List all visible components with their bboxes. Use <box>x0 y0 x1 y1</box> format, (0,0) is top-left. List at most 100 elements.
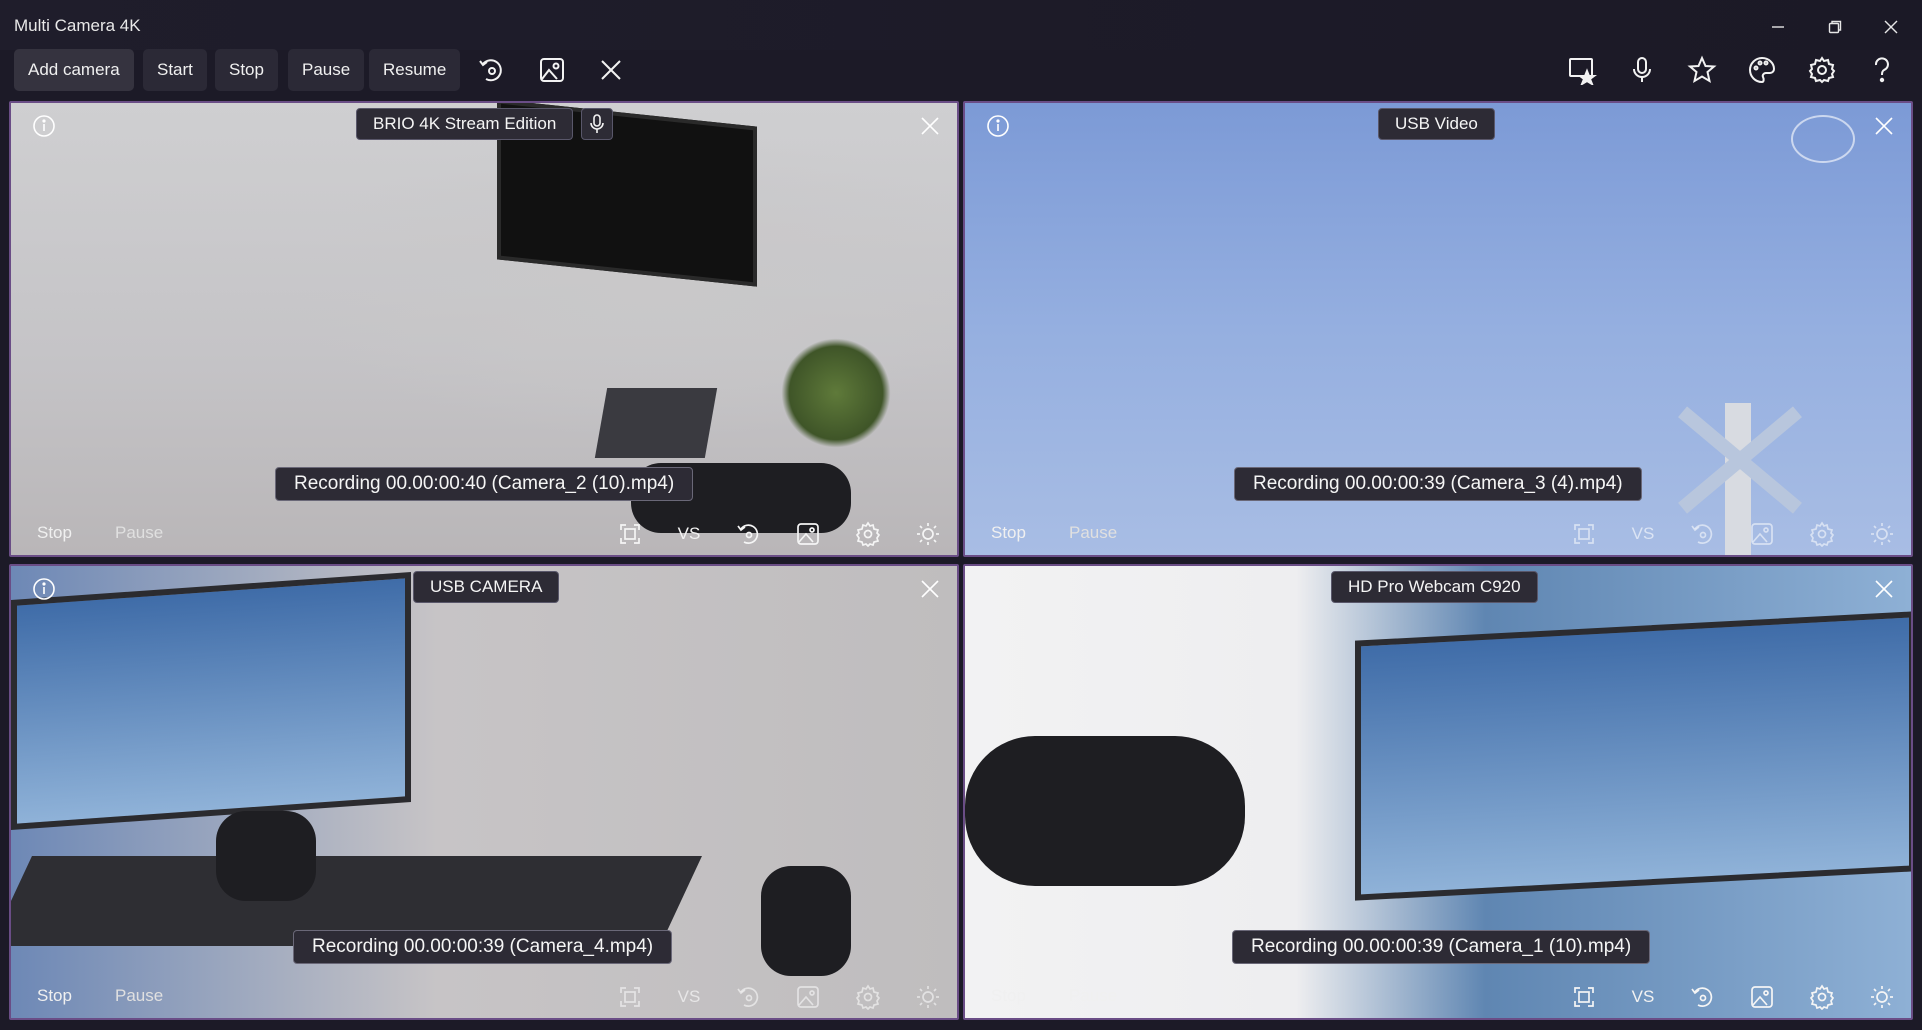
info-icon <box>33 115 55 137</box>
camera-mic-button[interactable] <box>581 108 613 140</box>
microphone-button[interactable] <box>1624 52 1660 88</box>
camera-name[interactable]: USB Video <box>1378 108 1495 140</box>
screen-record-icon <box>1569 58 1597 85</box>
close-icon <box>601 60 621 80</box>
camera-controls: Stop Pause VS <box>11 509 957 555</box>
camera-pause-button[interactable]: Pause <box>103 519 175 547</box>
resume-button[interactable]: Resume <box>369 49 461 91</box>
camera-name[interactable]: BRIO 4K Stream Edition <box>356 108 574 140</box>
camera-fit-button[interactable] <box>615 982 645 1012</box>
camera-vs-button[interactable]: VS <box>674 982 704 1012</box>
camera-pause-button[interactable]: Pause <box>1057 519 1129 547</box>
replay-icon <box>737 987 759 1007</box>
camera-name[interactable]: HD Pro Webcam C920 <box>1331 571 1538 603</box>
minimize-icon <box>1772 26 1784 28</box>
camera-pause-button[interactable]: Pause <box>103 982 175 1010</box>
restore-icon <box>1828 20 1842 34</box>
laptop-screen-scene <box>11 572 411 830</box>
camera-close-button[interactable] <box>917 576 943 602</box>
close-icon <box>1875 117 1893 135</box>
restore-button[interactable] <box>1815 10 1855 44</box>
close-icon <box>921 580 939 598</box>
gear-icon <box>1809 984 1835 1010</box>
star-icon <box>1687 55 1717 84</box>
snapshot-icon <box>797 986 819 1008</box>
help-button[interactable] <box>1864 52 1900 88</box>
camera-vs-button[interactable]: VS <box>1628 982 1658 1012</box>
camera-settings-button[interactable] <box>1807 982 1837 1012</box>
camera-info-button[interactable] <box>31 113 57 139</box>
replay-icon <box>1691 524 1713 544</box>
replay-icon <box>737 524 759 544</box>
camera-stop-button[interactable]: Stop <box>979 982 1038 1010</box>
camera-replay-button[interactable] <box>1688 519 1718 549</box>
camera-brightness-button[interactable] <box>913 519 943 549</box>
screen-record-button[interactable] <box>1564 52 1600 88</box>
camera-settings-button[interactable] <box>853 982 883 1012</box>
replay-button[interactable] <box>474 52 510 88</box>
replay-icon <box>1691 987 1713 1007</box>
camera-fit-button[interactable] <box>615 519 645 549</box>
camera-brightness-button[interactable] <box>1867 519 1897 549</box>
camera-view-2[interactable]: USB Video Recording 00.00:00:39 (Camera_… <box>963 101 1913 557</box>
camera-settings-button[interactable] <box>1807 519 1837 549</box>
laptop-scene <box>594 388 718 458</box>
camera-vs-button[interactable]: VS <box>674 519 704 549</box>
camera-snapshot-button[interactable] <box>793 519 823 549</box>
camera-close-button[interactable] <box>1871 576 1897 602</box>
camera-name[interactable]: USB CAMERA <box>413 571 560 603</box>
fit-screen-icon <box>1574 987 1594 1007</box>
gear-icon <box>855 521 881 547</box>
close-all-button[interactable] <box>593 52 629 88</box>
camera-view-3[interactable]: USB CAMERA Recording 00.00:00:39 (Camera… <box>9 564 959 1020</box>
replay-icon <box>479 59 502 82</box>
snapshot-icon <box>1751 523 1773 545</box>
start-button[interactable]: Start <box>143 49 207 91</box>
toolbar: Add camera Start Stop Pause Resume <box>0 44 1922 96</box>
recording-status: Recording 00.00:00:40 (Camera_2 (10).mp4… <box>275 467 694 501</box>
gear-icon <box>1809 521 1835 547</box>
recording-status: Recording 00.00:00:39 (Camera_1 (10).mp4… <box>1232 930 1651 964</box>
favorite-button[interactable] <box>1684 52 1720 88</box>
fit-screen-icon <box>620 524 640 544</box>
snapshot-icon <box>540 58 564 82</box>
camera-view-4[interactable]: HD Pro Webcam C920 Recording 00.00:00:39… <box>963 564 1913 1020</box>
camera-pause-button[interactable]: Pause <box>1057 982 1129 1010</box>
snapshot-button[interactable] <box>534 52 570 88</box>
webcam-scene <box>965 736 1245 886</box>
add-camera-button[interactable]: Add camera <box>14 49 134 91</box>
microphone-icon <box>1633 57 1651 82</box>
camera-controls: Stop Pause VS <box>11 972 957 1018</box>
pause-button[interactable]: Pause <box>288 49 365 91</box>
camera-close-button[interactable] <box>1871 113 1897 139</box>
camera-fit-button[interactable] <box>1569 519 1599 549</box>
gear-icon <box>1808 56 1836 84</box>
camera-stop-button[interactable]: Stop <box>979 519 1038 547</box>
info-icon <box>33 578 55 600</box>
camera-fit-button[interactable] <box>1569 982 1599 1012</box>
camera-snapshot-button[interactable] <box>1747 982 1777 1012</box>
laptop-screen-scene <box>1355 611 1911 901</box>
minimize-button[interactable] <box>1758 10 1798 44</box>
camera-replay-button[interactable] <box>734 982 764 1012</box>
camera-stop-button[interactable]: Stop <box>25 982 84 1010</box>
stop-button[interactable]: Stop <box>215 49 278 91</box>
camera-brightness-button[interactable] <box>913 982 943 1012</box>
theme-button[interactable] <box>1744 52 1780 88</box>
settings-button[interactable] <box>1804 52 1840 88</box>
camera-vs-button[interactable]: VS <box>1628 519 1658 549</box>
webcam-scene <box>216 811 316 901</box>
camera-snapshot-button[interactable] <box>793 982 823 1012</box>
recording-status: Recording 00.00:00:39 (Camera_3 (4).mp4) <box>1234 467 1642 501</box>
camera-stop-button[interactable]: Stop <box>25 519 84 547</box>
camera-replay-button[interactable] <box>734 519 764 549</box>
camera-snapshot-button[interactable] <box>1747 519 1777 549</box>
camera-close-button[interactable] <box>917 113 943 139</box>
camera-view-1[interactable]: BRIO 4K Stream Edition Recording 00.00:0… <box>9 101 959 557</box>
camera-replay-button[interactable] <box>1688 982 1718 1012</box>
camera-info-button[interactable] <box>985 113 1011 139</box>
camera-info-button[interactable] <box>31 576 57 602</box>
camera-brightness-button[interactable] <box>1867 982 1897 1012</box>
window-close-button[interactable] <box>1871 10 1911 44</box>
camera-settings-button[interactable] <box>853 519 883 549</box>
